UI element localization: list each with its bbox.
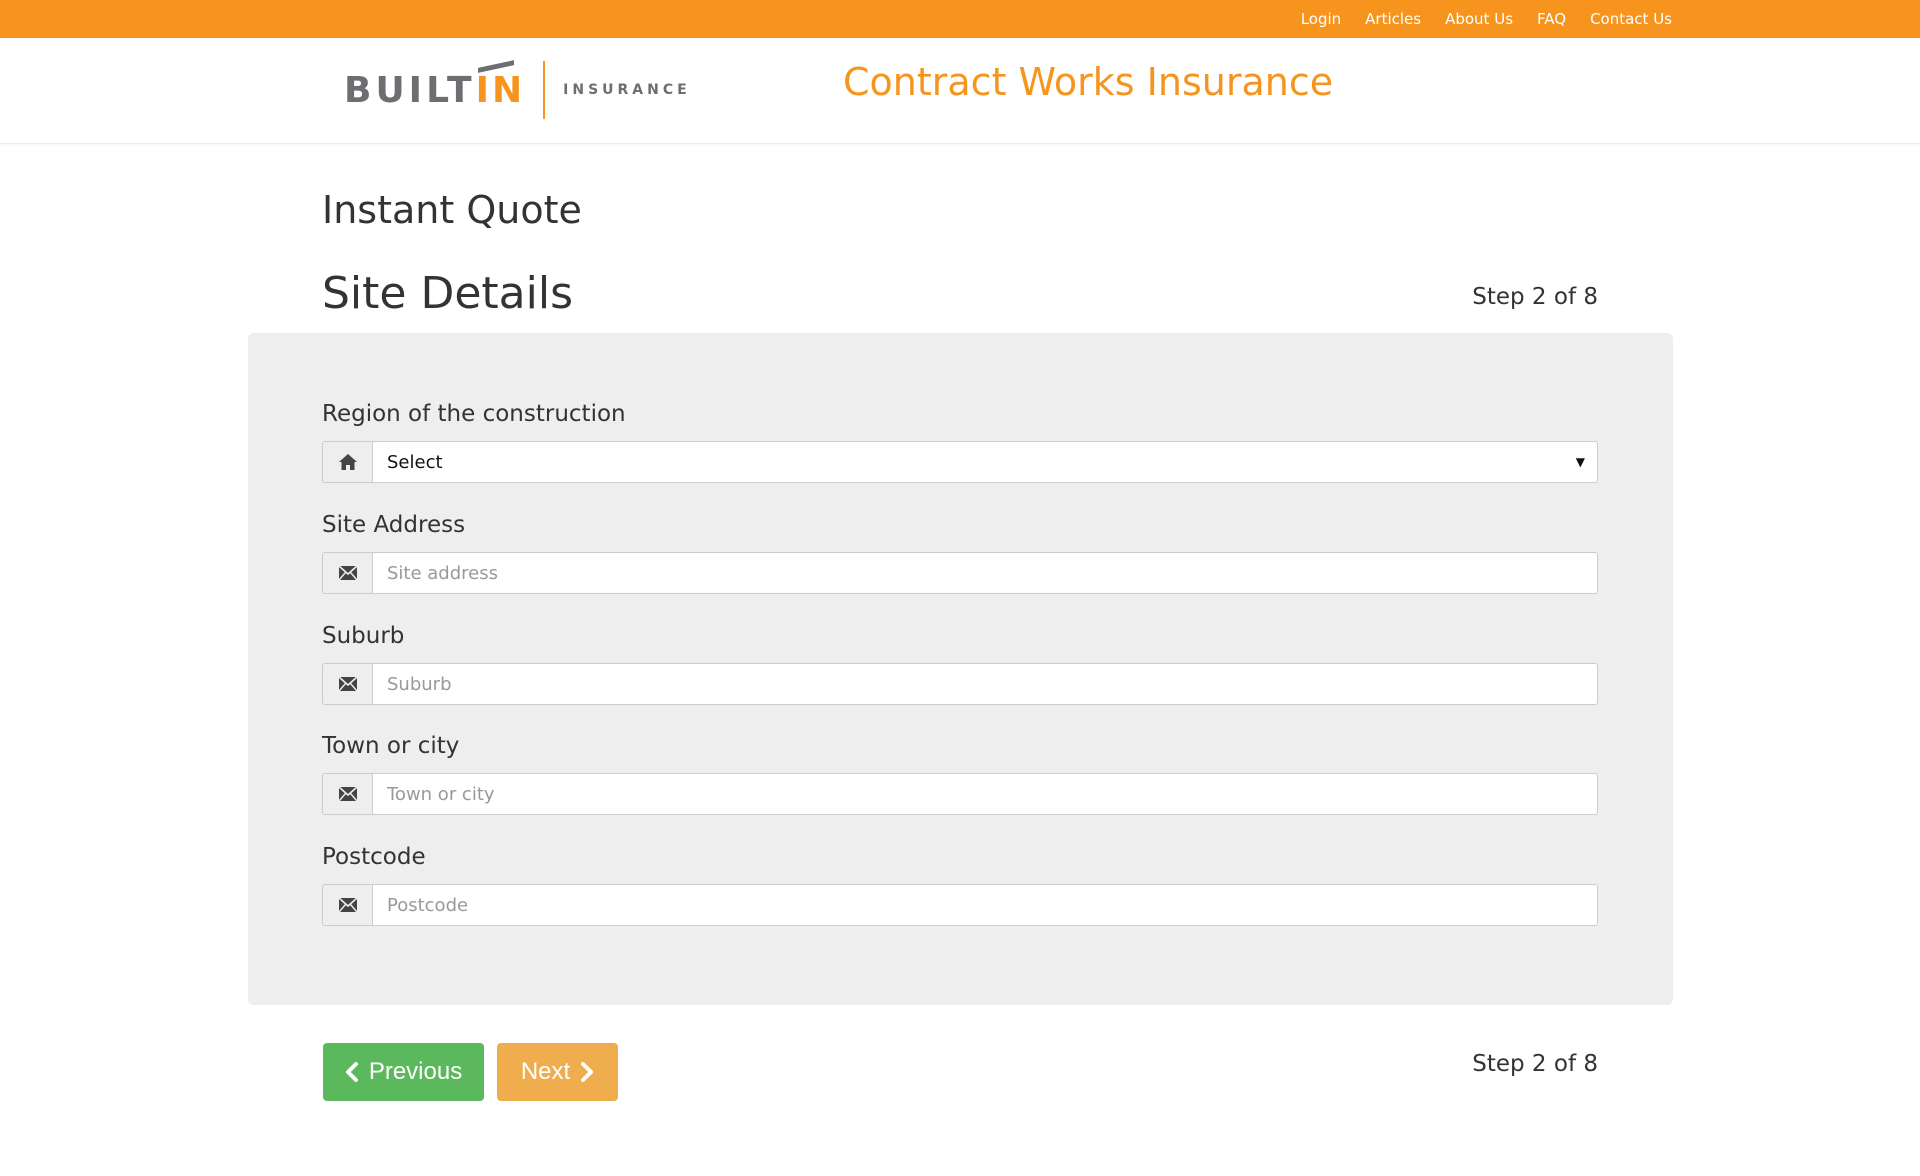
region-field: Region of the construction Select ▼ [322,401,1598,483]
town-field: Town or city [322,733,1598,815]
logo-in-text: IN [475,59,526,111]
logo-insurance-text: INSURANCE [563,82,691,98]
logo-in-letters: IN [475,69,526,111]
previous-button-label: Previous [368,1058,463,1085]
envelope-icon [322,773,372,815]
next-button[interactable]: Next [497,1043,618,1101]
site-address-input-group [322,552,1598,594]
suburb-control [372,663,1598,705]
suburb-field: Suburb [322,623,1598,705]
top-nav: Login Articles About Us FAQ Contact Us [1301,0,1672,38]
step-indicator-bottom: Step 2 of 8 [1472,1051,1598,1077]
next-button-label: Next [520,1058,571,1085]
postcode-input[interactable] [387,885,1583,925]
envelope-icon [322,663,372,705]
town-input-group [322,773,1598,815]
postcode-label: Postcode [322,844,426,870]
region-input-group: Select ▼ [322,441,1598,483]
home-icon [322,441,372,483]
site-title: Contract Works Insurance [843,60,1334,104]
nav-about-link[interactable]: About Us [1445,10,1513,28]
postcode-control [372,884,1598,926]
chevron-right-icon [581,1062,594,1082]
postcode-field: Postcode [322,844,1598,926]
town-input[interactable] [387,774,1583,814]
site-address-label: Site Address [322,512,466,538]
chevron-left-icon [345,1062,358,1082]
step-indicator-top: Step 2 of 8 [1472,284,1598,310]
chevron-down-icon: ▼ [1575,455,1585,469]
site-address-input[interactable] [387,553,1583,593]
town-control [372,773,1598,815]
page-title: Instant Quote [322,188,582,232]
nav-login-link[interactable]: Login [1301,10,1341,28]
previous-button[interactable]: Previous [323,1043,484,1101]
suburb-input-group [322,663,1598,705]
region-label: Region of the construction [322,401,626,427]
suburb-input[interactable] [387,664,1583,704]
site-address-control [372,552,1598,594]
postcode-input-group [322,884,1598,926]
logo-divider [543,61,546,119]
top-bar: Login Articles About Us FAQ Contact Us [0,0,1920,38]
nav-contact-link[interactable]: Contact Us [1590,10,1672,28]
suburb-label: Suburb [322,623,405,649]
site-header: BUILT IN INSURANCE Contract Works Insura… [0,38,1920,144]
town-label: Town or city [322,733,460,759]
nav-faq-link[interactable]: FAQ [1537,10,1566,28]
region-select[interactable]: Select ▼ [372,441,1598,483]
envelope-icon [322,884,372,926]
envelope-icon [322,552,372,594]
builtin-logo[interactable]: BUILT IN INSURANCE [344,59,691,120]
site-address-field: Site Address [322,512,1598,594]
section-title: Site Details [322,268,574,319]
region-select-value: Select [387,451,443,473]
logo-built-text: BUILT [344,69,476,111]
nav-articles-link[interactable]: Articles [1365,10,1421,28]
